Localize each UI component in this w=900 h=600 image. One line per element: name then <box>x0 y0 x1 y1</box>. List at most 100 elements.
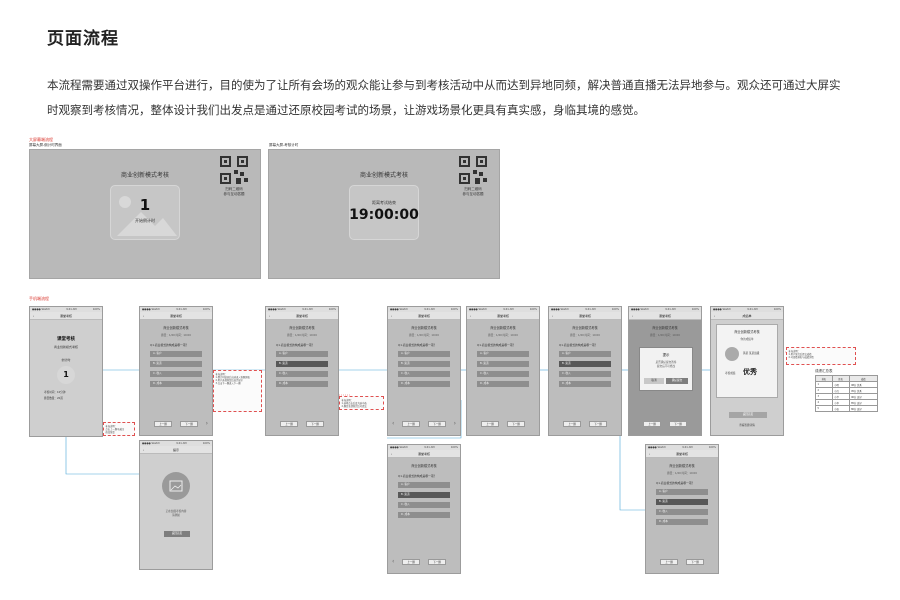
back-icon[interactable]: ‹ <box>33 312 34 320</box>
phone-exam-4: ●●●● Sketch 9:41 AM 100% ‹ 课堂考核 商业创新模式考核 Q1… <box>387 444 461 574</box>
grade-label: 考核成绩 <box>725 372 736 375</box>
return-home-button[interactable]: 返回首页 <box>164 531 190 537</box>
note-2: 补充说明： 1.倒计时结束后自动进入答题界面 2.用户选择答案后高亮显示 3.点… <box>213 370 262 412</box>
option-c[interactable]: C. 收入 <box>398 502 450 508</box>
chevron-right-icon[interactable]: › <box>454 420 456 427</box>
option-c[interactable]: C. 收入 <box>477 371 529 377</box>
next-button[interactable]: 下一题 <box>507 421 525 427</box>
option-b[interactable]: B. 渠道 <box>477 361 529 367</box>
nav-bar: ‹ 课堂考核 <box>140 312 212 320</box>
option-b[interactable]: B. 渠道 <box>398 361 450 367</box>
chevron-right-icon[interactable]: › <box>206 420 208 427</box>
prev-button[interactable]: 上一题 <box>402 559 420 565</box>
option-a[interactable]: A. 客户 <box>656 489 708 495</box>
big-screen-timer: 商业创新模式考核 距离考试结束 19:00:00 扫码二维码 参与互动答题 <box>268 149 500 279</box>
next-button[interactable]: 下一题 <box>589 421 607 427</box>
option-c[interactable]: C. 收入 <box>656 509 708 515</box>
option-c[interactable]: C. 收入 <box>559 371 611 377</box>
screen-b-countdown: 19:00:00 <box>349 207 419 223</box>
phone-result: ●●●● Sketch 9:41 AM 100% ‹ 成绩单 商业创新模式考核 你的成… <box>710 306 784 436</box>
back-icon[interactable]: ‹ <box>470 312 471 320</box>
result-name: 黄某 某某班级 <box>743 352 760 355</box>
phone-prompt: ●●●● Sketch 9:41 AM 100% ‹ 提示 正在加载考核内容 请稍候 … <box>139 440 213 570</box>
exam-meta: 题目：1/20 时间：10:00 <box>409 334 439 337</box>
back-icon[interactable]: ‹ <box>552 312 553 320</box>
screen-a-count: 1 <box>139 196 151 214</box>
note-4: 补充说明： 1.用户答完后提交成绩 2.可查看排名与成绩详情 <box>786 347 856 365</box>
nav-bar: ‹ 提示 <box>140 446 212 454</box>
back-icon[interactable]: ‹ <box>391 450 392 458</box>
back-icon[interactable]: ‹ <box>714 312 715 320</box>
page-description: 本流程需要通过双操作平台进行，目的使为了让所有会场的观众能让参与到考核活动中从而… <box>47 78 841 117</box>
exam-title: 商业创新模式考核 <box>490 326 516 330</box>
prompt-text: 正在加载考核内容 请稍候 <box>165 510 187 517</box>
cancel-button[interactable]: 取消 <box>644 378 664 384</box>
next-button[interactable]: 下一题 <box>180 421 198 427</box>
nav-bar: ‹ 课堂考核 <box>388 450 460 458</box>
option-b[interactable]: B. 渠道 <box>150 361 202 367</box>
option-a[interactable]: A. 客户 <box>559 351 611 357</box>
confirm-submit-button[interactable]: 确认提交 <box>666 378 688 384</box>
prev-button[interactable]: 上一题 <box>154 421 172 427</box>
option-b-selected[interactable]: B. 渠道 <box>398 492 450 498</box>
back-icon[interactable]: ‹ <box>269 312 270 320</box>
big-screen-countdown: 商业创新模式考核 1 开始倒计时 扫码二维码 参与互动答题 <box>29 149 261 279</box>
next-button[interactable]: 下一题 <box>306 421 324 427</box>
option-d[interactable]: D. 成本 <box>398 381 450 387</box>
note-3: 补充说明： 1.选项点击后变为选中态 2.题目全部答完后可提交 <box>339 396 384 410</box>
page-title: 页面流程 <box>47 29 119 49</box>
exam-title: 商业创新模式考核 <box>572 326 598 330</box>
score-table: 排名 姓名 成绩 1 小明 98分 优秀 2 小红 95分 优秀 3 小华 90分 良好 4… <box>815 375 879 412</box>
avatar <box>725 347 739 361</box>
back-icon[interactable]: ‹ <box>143 446 144 454</box>
next-button[interactable]: 下一题 <box>428 559 446 565</box>
start-subtitle: 商业创新模式考核 <box>53 345 78 349</box>
option-a[interactable]: A. 客户 <box>276 351 328 357</box>
option-a[interactable]: A. 客户 <box>398 482 450 488</box>
table-title: 成绩汇总表 <box>815 369 833 373</box>
exam-question: Q1.商业模式的构成是哪一项？ <box>656 481 695 485</box>
option-a[interactable]: A. 客户 <box>477 351 529 357</box>
submit-modal: 提示 是否确认提交答卷 提交后不可修改 取消 确认提交 <box>639 347 693 391</box>
option-c[interactable]: C. 收入 <box>276 371 328 377</box>
option-b-selected[interactable]: B. 渠道 <box>276 361 328 367</box>
next-button[interactable]: 下一题 <box>428 421 446 427</box>
back-icon[interactable]: ‹ <box>391 312 392 320</box>
phone-submit: ●●●● Sketch 9:41 AM 100% ‹ 课堂考核 商业创新模式考核 题目… <box>628 306 702 436</box>
result-footer-link[interactable]: 查看答题详情 <box>711 423 783 427</box>
option-a[interactable]: A. 客户 <box>398 351 450 357</box>
option-c[interactable]: C. 收入 <box>150 371 202 377</box>
option-c[interactable]: C. 收入 <box>398 371 450 377</box>
prev-button[interactable]: 上一题 <box>481 421 499 427</box>
next-button[interactable]: 下一题 <box>669 421 687 427</box>
prev-button[interactable]: 上一题 <box>643 421 661 427</box>
back-icon[interactable]: ‹ <box>143 312 144 320</box>
exam-meta: 题目：1/20 时间：10:00 <box>570 334 600 337</box>
option-d[interactable]: D. 成本 <box>276 381 328 387</box>
phone-exam-5: ●●●● Sketch 9:41 AM 100% ‹ 课堂考核 商业创新模式考核 题目… <box>466 306 540 436</box>
option-d[interactable]: D. 成本 <box>559 381 611 387</box>
exam-title: 商业创新模式考核 <box>289 326 315 330</box>
option-d[interactable]: D. 成本 <box>150 381 202 387</box>
option-d[interactable]: D. 成本 <box>477 381 529 387</box>
prev-button[interactable]: 上一题 <box>402 421 420 427</box>
chevron-left-icon[interactable]: ‹ <box>392 558 394 565</box>
back-icon[interactable]: ‹ <box>649 450 650 458</box>
prev-button[interactable]: 上一题 <box>563 421 581 427</box>
qr-label: 扫码二维码 参与互动答题 <box>223 187 245 196</box>
prev-button[interactable]: 上一题 <box>660 559 678 565</box>
phone-exam-7: ●●●● Sketch 9:41 AM 100% ‹ 课堂考核 商业创新模式考核 题目… <box>645 444 719 574</box>
qr-label: 扫码二维码 参与互动答题 <box>462 187 484 196</box>
back-icon[interactable]: ‹ <box>632 312 633 320</box>
exam-question: Q1.商业模式的构成是哪一项？ <box>559 343 598 347</box>
option-d[interactable]: D. 成本 <box>656 519 708 525</box>
option-a[interactable]: A. 客户 <box>150 351 202 357</box>
return-home-button[interactable]: 返回首页 <box>729 412 767 418</box>
option-d[interactable]: D. 成本 <box>398 512 450 518</box>
option-b-selected[interactable]: B. 渠道 <box>559 361 611 367</box>
exam-title: 商业创新模式考核 <box>163 326 189 330</box>
chevron-left-icon[interactable]: ‹ <box>392 420 394 427</box>
next-button[interactable]: 下一题 <box>686 559 704 565</box>
option-b-selected[interactable]: B. 渠道 <box>656 499 708 505</box>
prev-button[interactable]: 上一题 <box>280 421 298 427</box>
